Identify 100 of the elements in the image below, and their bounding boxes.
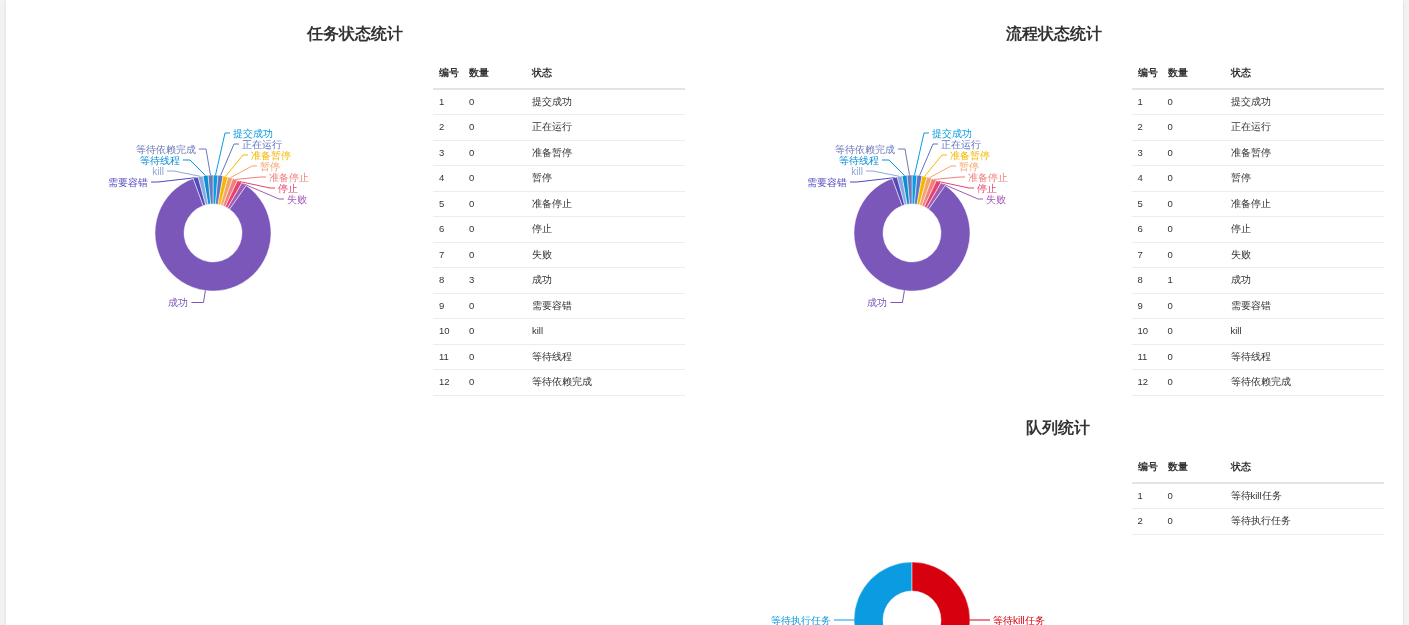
table-cell: 0 (463, 293, 526, 319)
slice-label: 失败 (287, 193, 307, 205)
table-cell: 0 (463, 344, 526, 370)
slice-label: 成功 (866, 297, 887, 308)
slice-label: 需要容错 (806, 176, 847, 188)
table-cell: 6 (1131, 216, 1162, 242)
table-cell: 0 (1161, 344, 1225, 370)
table-cell: 失败 (526, 242, 685, 268)
column-header: 编号 (1131, 59, 1162, 89)
table-cell: 10 (433, 318, 463, 344)
table-cell: 2 (1131, 114, 1162, 140)
slice-label: kill (850, 165, 863, 177)
table-cell: 12 (1131, 369, 1162, 395)
column-header: 编号 (433, 59, 463, 89)
slice-label: 正在运行 (242, 138, 282, 150)
table-cell: 等待依赖完成 (526, 369, 685, 395)
table-cell: 0 (463, 89, 526, 115)
slice-label: 等待依赖完成 (834, 143, 895, 155)
table-cell: 1 (1131, 89, 1162, 115)
column-header: 状态 (1224, 453, 1384, 483)
table-cell: 停止 (1224, 216, 1384, 242)
table-cell: 1 (1161, 267, 1225, 293)
table-cell: 0 (463, 191, 526, 217)
table-cell: 等待执行任务 (1224, 508, 1384, 534)
slice-label: 准备暂停 (949, 149, 990, 161)
slice-label: 暂停 (260, 160, 280, 172)
table-cell: 0 (1161, 89, 1225, 115)
table-cell: 成功 (526, 267, 685, 293)
slice-label: 等待kill任务 (992, 614, 1045, 625)
slice-label: 准备暂停 (251, 149, 291, 161)
table-cell: 0 (463, 140, 526, 166)
table-cell: 0 (1161, 318, 1225, 344)
table-cell: 0 (1161, 242, 1225, 268)
table-cell: 8 (1131, 267, 1162, 293)
table-cell: 11 (1131, 344, 1162, 370)
table-cell: 3 (1131, 140, 1162, 166)
table-cell: 等待依赖完成 (1224, 369, 1384, 395)
table-cell: 0 (463, 242, 526, 268)
table-cell: 4 (1131, 165, 1162, 191)
table-cell: 准备暂停 (1224, 140, 1384, 166)
section-title: 流程状态统计 (1005, 24, 1102, 44)
table-cell: kill (1224, 318, 1384, 344)
table-cell: 0 (1161, 140, 1225, 166)
table-cell: 成功 (1224, 267, 1384, 293)
slice-label: 等待线程 (838, 154, 879, 166)
slice-label: 停止 (278, 182, 298, 194)
slice-label: 暂停 (958, 160, 979, 172)
table-cell: 需要容错 (1224, 293, 1384, 319)
table-cell: 0 (463, 369, 526, 395)
table-cell: 暂停 (526, 165, 685, 191)
column-header: 数量 (1161, 59, 1225, 89)
slice-label: 提交成功 (931, 127, 972, 139)
table-cell: 提交成功 (526, 89, 685, 115)
leader-line (889, 290, 905, 303)
table-cell: 暂停 (1224, 165, 1384, 191)
table-cell: 等待线程 (1224, 344, 1384, 370)
table-cell: 停止 (526, 216, 685, 242)
table-cell: 0 (463, 165, 526, 191)
table-cell: 0 (1161, 483, 1225, 509)
column-header: 数量 (463, 59, 526, 89)
table-cell: 0 (463, 318, 526, 344)
table-cell: 准备停止 (526, 191, 685, 217)
table-cell: 准备暂停 (526, 140, 685, 166)
table-cell: 4 (433, 165, 463, 191)
slice-label: 提交成功 (233, 127, 273, 139)
column-header: 状态 (1224, 59, 1384, 89)
leader-line (190, 290, 206, 303)
table-cell: 2 (1131, 508, 1162, 534)
slice-label: kill (152, 165, 164, 177)
table-cell: 7 (1131, 242, 1162, 268)
slice-label: 正在运行 (940, 138, 981, 150)
table-cell: kill (526, 318, 685, 344)
slice-label: 准备停止 (269, 171, 309, 183)
table-cell: 8 (433, 267, 463, 293)
table-cell: 失败 (1224, 242, 1384, 268)
section-title: 任务状态统计 (307, 24, 404, 44)
table-cell: 11 (433, 344, 463, 370)
slice-label: 准备停止 (967, 171, 1008, 183)
table-cell: 5 (1131, 191, 1162, 217)
table-cell: 等待kill任务 (1224, 483, 1384, 509)
table-cell: 6 (433, 216, 463, 242)
section-title: 队列统计 (1025, 418, 1090, 438)
table-cell: 需要容错 (526, 293, 685, 319)
table-cell: 3 (463, 267, 526, 293)
table-cell: 2 (433, 114, 463, 140)
table-cell: 0 (1161, 369, 1225, 395)
slice-label: 需要容错 (108, 176, 148, 188)
slice-label: 失败 (985, 193, 1006, 205)
table-cell: 9 (1131, 293, 1162, 319)
table-cell: 0 (1161, 114, 1225, 140)
table-cell: 1 (1131, 483, 1162, 509)
table-cell: 0 (1161, 191, 1225, 217)
slice-label: 成功 (168, 297, 189, 308)
table-cell: 0 (463, 114, 526, 140)
table-cell: 12 (433, 369, 463, 395)
slice-label: 停止 (976, 182, 997, 194)
table-cell: 0 (463, 216, 526, 242)
table-cell: 5 (433, 191, 463, 217)
table-cell: 10 (1131, 318, 1162, 344)
leader-line (833, 619, 854, 621)
